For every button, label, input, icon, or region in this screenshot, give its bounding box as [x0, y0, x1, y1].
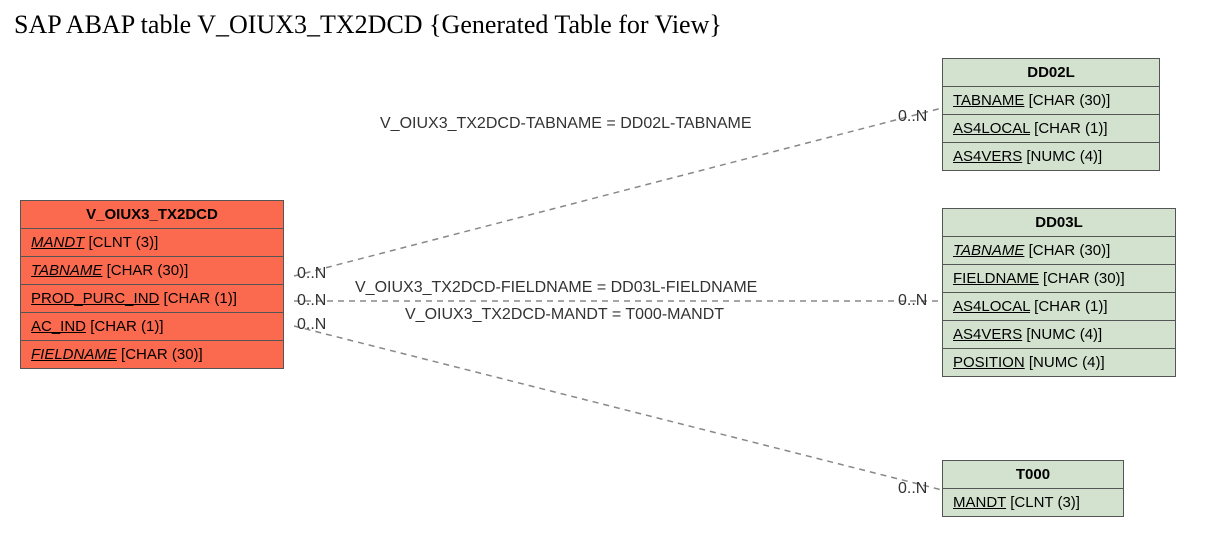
- entity-t000-header: T000: [943, 461, 1123, 489]
- entity-dd02l-header: DD02L: [943, 59, 1159, 87]
- entity-field: TABNAME [CHAR (30)]: [943, 87, 1159, 115]
- entity-main-header: V_OIUX3_TX2DCD: [21, 201, 283, 229]
- entity-field: MANDT [CLNT (3)]: [943, 489, 1123, 516]
- cardinality-label: 0..N: [297, 292, 326, 310]
- relation-label: V_OIUX3_TX2DCD-TABNAME = DD02L-TABNAME: [380, 115, 752, 133]
- relation-label: V_OIUX3_TX2DCD-FIELDNAME = DD03L-FIELDNA…: [355, 279, 757, 297]
- entity-field: TABNAME [CHAR (30)]: [21, 257, 283, 285]
- cardinality-label: 0..N: [898, 292, 927, 310]
- page-title: SAP ABAP table V_OIUX3_TX2DCD {Generated…: [14, 10, 722, 40]
- entity-field: FIELDNAME [CHAR (30)]: [943, 265, 1175, 293]
- entity-dd03l-header: DD03L: [943, 209, 1175, 237]
- entity-field: AS4LOCAL [CHAR (1)]: [943, 115, 1159, 143]
- cardinality-label: 0..N: [898, 480, 927, 498]
- entity-field: AS4VERS [NUMC (4)]: [943, 321, 1175, 349]
- entity-field: POSITION [NUMC (4)]: [943, 349, 1175, 376]
- cardinality-label: 0..N: [297, 316, 326, 334]
- relation-label: V_OIUX3_TX2DCD-MANDT = T000-MANDT: [405, 306, 724, 324]
- cardinality-label: 0..N: [898, 108, 927, 126]
- entity-main: V_OIUX3_TX2DCD MANDT [CLNT (3)] TABNAME …: [20, 200, 284, 369]
- entity-field: FIELDNAME [CHAR (30)]: [21, 341, 283, 368]
- entity-field: PROD_PURC_IND [CHAR (1)]: [21, 285, 283, 313]
- entity-field: AC_IND [CHAR (1)]: [21, 313, 283, 341]
- entity-field: MANDT [CLNT (3)]: [21, 229, 283, 257]
- entity-field: TABNAME [CHAR (30)]: [943, 237, 1175, 265]
- entity-t000: T000 MANDT [CLNT (3)]: [942, 460, 1124, 517]
- entity-field: AS4LOCAL [CHAR (1)]: [943, 293, 1175, 321]
- entity-field: AS4VERS [NUMC (4)]: [943, 143, 1159, 170]
- cardinality-label: 0..N: [297, 265, 326, 283]
- entity-dd02l: DD02L TABNAME [CHAR (30)] AS4LOCAL [CHAR…: [942, 58, 1160, 171]
- entity-dd03l: DD03L TABNAME [CHAR (30)] FIELDNAME [CHA…: [942, 208, 1176, 377]
